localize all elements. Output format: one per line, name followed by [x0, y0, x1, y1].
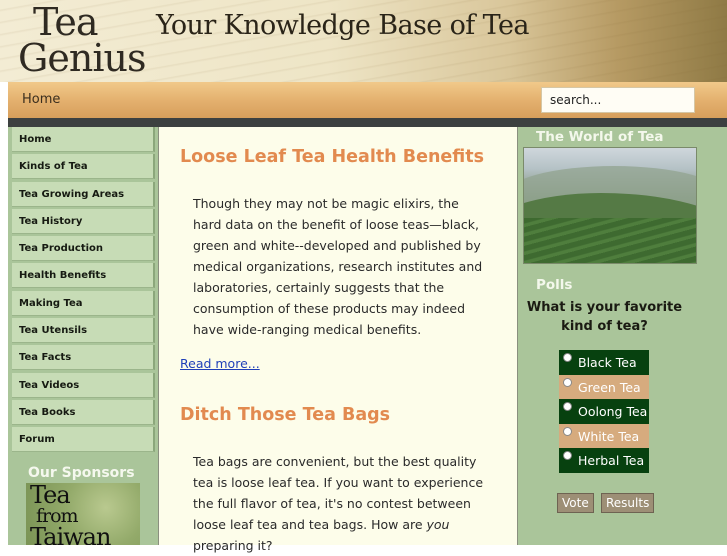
article-title[interactable]: Loose Leaf Tea Health Benefits [180, 147, 484, 167]
left-sidebar: Home Kinds of Tea Tea Growing Areas Tea … [8, 127, 158, 545]
sidebar-item-tea-facts[interactable]: Tea Facts [12, 345, 155, 371]
sidebar-item-home[interactable]: Home [12, 127, 155, 152]
sidebar-item-making-tea[interactable]: Making Tea [12, 290, 155, 316]
photo-tea-rows [524, 218, 696, 263]
right-sidebar: The World of Tea Polls What is your favo… [518, 127, 727, 545]
poll-option-oolong-tea[interactable]: Oolong Tea [559, 399, 649, 424]
world-of-tea-heading: The World of Tea [536, 129, 664, 145]
article-body-text: preparing it? [193, 538, 273, 553]
sidebar-item-tea-utensils[interactable]: Tea Utensils [12, 318, 155, 344]
article-body: Though they may not be magic elixirs, th… [193, 196, 483, 337]
sidebar-item-tea-production[interactable]: Tea Production [12, 236, 155, 262]
poll-option-label: White Tea [578, 428, 640, 444]
sidebar-item-health-benefits[interactable]: Health Benefits [12, 263, 155, 289]
poll-option-label: Black Tea [578, 355, 637, 370]
sponsor-banner-text: Tea from Taiwan [30, 483, 111, 545]
sidebar-item-tea-books[interactable]: Tea Books [12, 399, 155, 425]
nav-divider [8, 118, 727, 127]
site-header: Tea Genius Your Knowledge Base of Tea [0, 0, 727, 82]
sidebar-item-tea-videos[interactable]: Tea Videos [12, 372, 155, 398]
poll-option-herbal-tea[interactable]: Herbal Tea [559, 448, 649, 473]
poll-option-label: Green Tea [578, 379, 641, 395]
site-logo-line-2[interactable]: Genius [18, 38, 146, 78]
poll-option-label: Oolong Tea [578, 404, 648, 419]
main-content: Loose Leaf Tea Health Benefits Though th… [158, 127, 518, 553]
polls-heading: Polls [536, 277, 573, 293]
radio-button[interactable] [563, 377, 572, 387]
sponsor-text-line-3: Taiwan [30, 523, 111, 545]
search-input[interactable] [541, 87, 695, 113]
sidebar-item-forum[interactable]: Forum [12, 427, 155, 453]
sponsor-banner[interactable]: Tea from Taiwan [26, 483, 140, 545]
nav-home-link[interactable]: Home [22, 92, 60, 107]
radio-button[interactable] [563, 426, 572, 436]
sidebar-item-kinds-of-tea[interactable]: Kinds of Tea [12, 154, 155, 180]
sidebar-item-tea-growing-areas[interactable]: Tea Growing Areas [12, 181, 155, 207]
vote-button[interactable]: Vote [557, 493, 594, 513]
results-button[interactable]: Results [601, 493, 655, 513]
article-body-emphasis: you [426, 517, 450, 532]
radio-button[interactable] [563, 353, 572, 362]
sponsor-text-line-1: Tea [30, 483, 71, 509]
sponsors-heading: Our Sponsors [28, 465, 135, 481]
sidebar-menu: Home Kinds of Tea Tea Growing Areas Tea … [12, 127, 155, 455]
poll-options: Black Tea Green Tea Oolong Tea White Tea… [559, 350, 649, 473]
article-body: Tea bags are convenient, but the best qu… [193, 451, 489, 556]
radio-button[interactable] [563, 451, 572, 460]
sidebar-item-tea-history[interactable]: Tea History [12, 208, 155, 234]
site-tagline: Your Knowledge Base of Tea [156, 10, 529, 41]
poll-option-label: Herbal Tea [578, 453, 645, 468]
radio-button[interactable] [563, 402, 572, 411]
poll-option-white-tea[interactable]: White Tea [559, 423, 649, 448]
poll-option-black-tea[interactable]: Black Tea [559, 350, 649, 375]
poll-question: What is your favorite kind of tea? [526, 300, 683, 334]
tea-plantation-photo[interactable] [523, 147, 697, 264]
poll-option-green-tea[interactable]: Green Tea [559, 374, 649, 399]
read-more-link[interactable]: Read more... [180, 356, 260, 371]
article-title[interactable]: Ditch Those Tea Bags [180, 405, 390, 425]
